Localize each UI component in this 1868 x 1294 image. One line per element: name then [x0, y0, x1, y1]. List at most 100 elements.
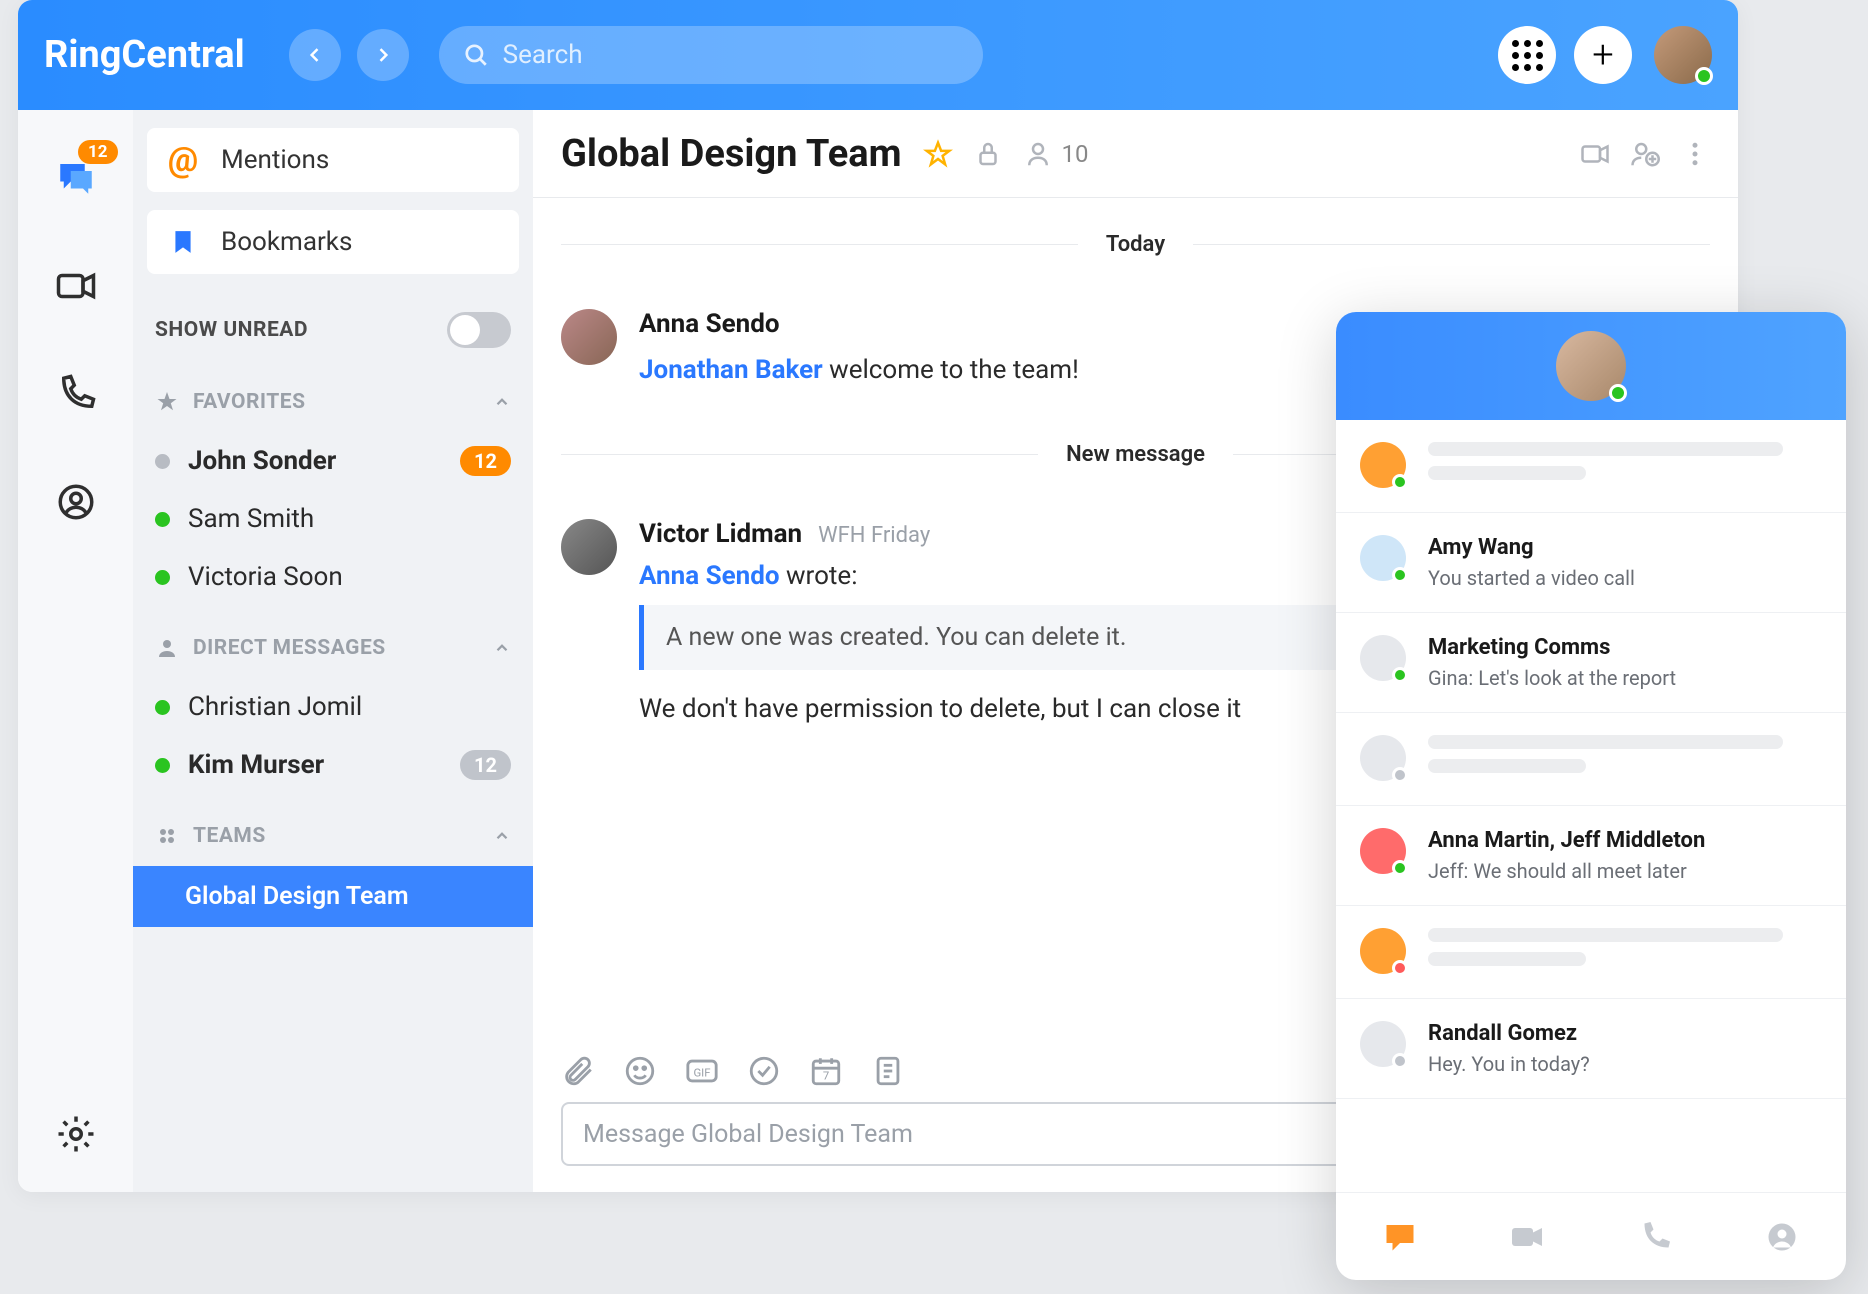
mentions-pill[interactable]: @ Mentions — [147, 128, 519, 192]
mobile-avatar-dot — [1360, 635, 1406, 681]
presence-indicator — [1392, 767, 1408, 783]
mobile-item[interactable]: Marketing CommsGina: Let's look at the r… — [1336, 613, 1846, 713]
author-status: WFH Friday — [818, 523, 930, 548]
lock-icon[interactable] — [973, 139, 1003, 169]
star-icon — [155, 390, 179, 414]
calendar-icon[interactable]: 7 — [809, 1054, 843, 1088]
mobile-tab-chat[interactable] — [1378, 1215, 1422, 1259]
presence-indicator — [1392, 860, 1408, 876]
contact-icon — [55, 481, 97, 523]
presence-dot — [155, 512, 170, 527]
chevron-up-icon — [493, 827, 511, 845]
chat-title: Global Design Team — [561, 132, 901, 176]
avatar[interactable] — [561, 519, 617, 575]
mobile-avatar-dot — [1360, 1021, 1406, 1067]
gear-icon — [55, 1113, 97, 1155]
video-icon — [55, 265, 97, 307]
presence-indicator — [1392, 474, 1408, 490]
search-icon — [463, 42, 489, 68]
mobile-tab-phone[interactable] — [1633, 1215, 1677, 1259]
note-icon[interactable] — [871, 1054, 905, 1088]
emoji-icon[interactable] — [623, 1054, 657, 1088]
team-item[interactable]: Global Design Team — [133, 866, 533, 927]
teams-label: TEAMS — [193, 824, 493, 848]
members-icon[interactable] — [1023, 139, 1053, 169]
mention[interactable]: Jonathan Baker — [639, 355, 823, 385]
section-teams-header[interactable]: TEAMS — [133, 794, 533, 866]
mobile-item[interactable] — [1336, 713, 1846, 806]
at-icon: @ — [168, 140, 198, 180]
section-favorites-header[interactable]: FAVORITES — [133, 360, 533, 432]
mobile-item-name: Marketing Comms — [1428, 635, 1822, 660]
chevron-up-icon — [493, 639, 511, 657]
dm-item[interactable]: Christian Jomil — [133, 678, 533, 736]
mobile-avatar-dot — [1360, 535, 1406, 581]
dialpad-button[interactable] — [1498, 26, 1556, 84]
mobile-header — [1336, 312, 1846, 420]
bookmarks-label: Bookmarks — [221, 227, 352, 257]
chat-header: Global Design Team 10 — [533, 110, 1738, 198]
show-unread-toggle[interactable] — [447, 312, 511, 348]
presence-dot — [155, 758, 170, 773]
rail-contacts[interactable] — [48, 474, 104, 530]
presence-indicator — [1695, 67, 1713, 85]
mobile-preview: Amy WangYou started a video call Marketi… — [1336, 312, 1846, 1280]
mobile-avatar-dot — [1360, 735, 1406, 781]
plus-icon: + — [1592, 36, 1613, 74]
video-call-icon[interactable] — [1580, 139, 1610, 169]
mobile-item[interactable]: Anna Martin, Jeff Middleton Jeff: We shou… — [1336, 806, 1846, 906]
video-icon — [1509, 1219, 1545, 1255]
more-icon[interactable] — [1680, 139, 1710, 169]
mobile-list[interactable]: Amy WangYou started a video call Marketi… — [1336, 420, 1846, 1192]
unread-badge: 12 — [460, 750, 511, 780]
mobile-tab-profile[interactable] — [1760, 1215, 1804, 1259]
contact-name: Kim Murser — [188, 750, 460, 780]
mobile-item[interactable]: Randall GomezHey. You in today? — [1336, 999, 1846, 1099]
mobile-item[interactable] — [1336, 906, 1846, 999]
add-member-icon[interactable] — [1630, 139, 1660, 169]
avatar[interactable] — [561, 309, 617, 365]
mobile-avatar[interactable] — [1556, 331, 1626, 401]
chevron-right-icon — [373, 45, 393, 65]
search-field[interactable] — [439, 26, 984, 84]
nav-forward-button[interactable] — [357, 29, 409, 81]
phone-icon — [1637, 1219, 1673, 1255]
favorites-label: FAVORITES — [193, 390, 493, 414]
rail-settings[interactable] — [48, 1106, 104, 1162]
svg-text:GIF: GIF — [693, 1066, 710, 1080]
contact-name: Christian Jomil — [188, 692, 511, 722]
mobile-item[interactable] — [1336, 420, 1846, 513]
mobile-tab-video[interactable] — [1505, 1215, 1549, 1259]
gif-icon[interactable]: GIF — [685, 1054, 719, 1088]
rail-phone[interactable] — [48, 366, 104, 422]
mobile-item-text: Jeff: We should all meet later — [1428, 859, 1822, 883]
divider-label: Today — [1078, 232, 1193, 257]
favorite-item[interactable]: John Sonder 12 — [133, 432, 533, 490]
nav-back-button[interactable] — [289, 29, 341, 81]
new-action-button[interactable]: + — [1574, 26, 1632, 84]
favorite-item[interactable]: Sam Smith — [133, 490, 533, 548]
star-outline-icon[interactable] — [923, 139, 953, 169]
bookmarks-pill[interactable]: Bookmarks — [147, 210, 519, 274]
presence-dot — [155, 454, 170, 469]
dm-item[interactable]: Kim Murser 12 — [133, 736, 533, 794]
rail-video[interactable] — [48, 258, 104, 314]
search-input[interactable] — [503, 40, 960, 70]
profile-icon — [1764, 1219, 1800, 1255]
show-unread-row: SHOW UNREAD — [133, 300, 533, 360]
contact-name: Victoria Soon — [188, 562, 511, 592]
date-divider: Today — [561, 232, 1710, 257]
section-dm-header[interactable]: DIRECT MESSAGES — [133, 606, 533, 678]
mobile-item[interactable]: Amy WangYou started a video call — [1336, 513, 1846, 613]
rail-chat[interactable]: 12 — [48, 150, 104, 206]
task-icon[interactable] — [747, 1054, 781, 1088]
contact-name: Sam Smith — [188, 504, 511, 534]
mobile-item-name: Randall Gomez — [1428, 1021, 1822, 1046]
favorite-item[interactable]: Victoria Soon — [133, 548, 533, 606]
profile-avatar[interactable] — [1654, 26, 1712, 84]
mobile-item-name: Anna Martin, Jeff Middleton — [1428, 828, 1822, 853]
attachment-icon[interactable] — [561, 1054, 595, 1088]
team-name: Global Design Team — [185, 882, 409, 911]
bookmark-icon — [167, 226, 199, 258]
member-count: 10 — [1061, 140, 1088, 168]
